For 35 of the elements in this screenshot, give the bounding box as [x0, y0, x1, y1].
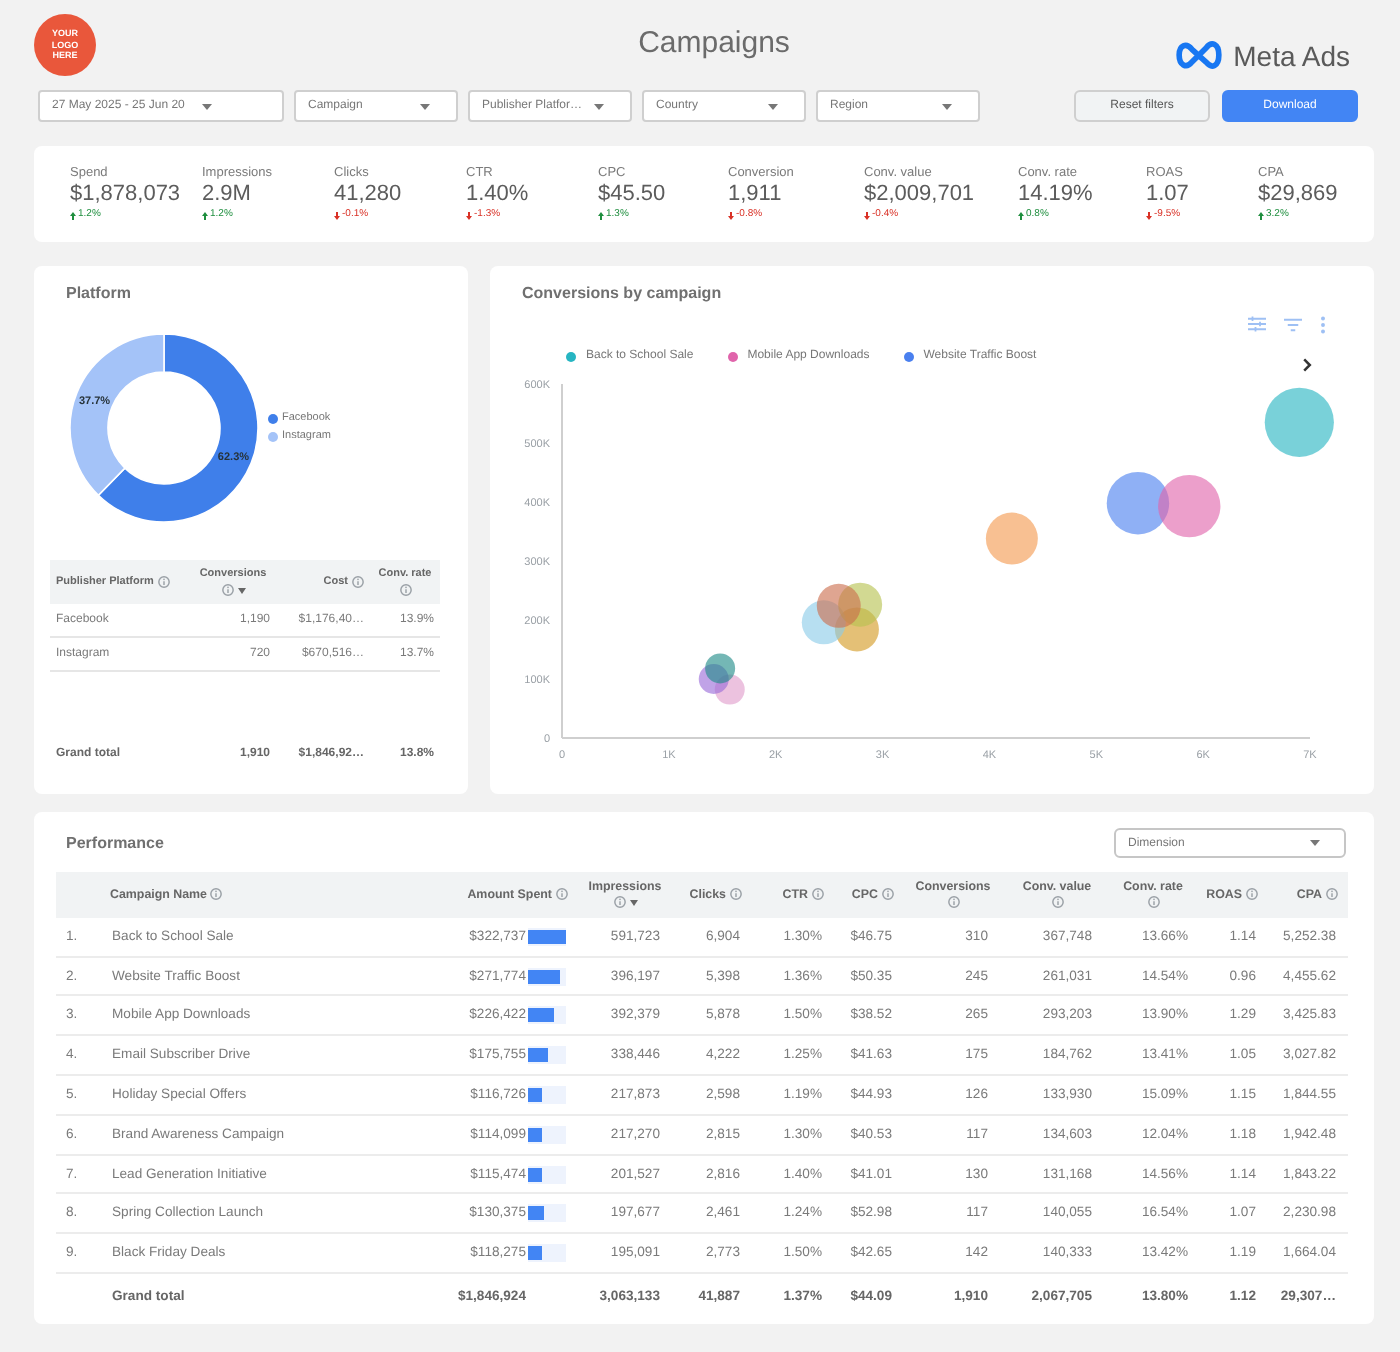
kpi-value: $2,009,701 — [864, 182, 975, 208]
panel-title: Conversions by campaign — [520, 282, 724, 304]
bubble — [714, 674, 745, 705]
kpi-value: $45.50 — [598, 182, 666, 208]
bubble — [985, 512, 1038, 565]
kpi-value: 2.9M — [202, 182, 251, 208]
sort-caret-icon[interactable] — [629, 899, 637, 906]
kpi-value: $1,878,073 — [70, 182, 181, 208]
caret-icon[interactable] — [942, 103, 952, 109]
kpi-value: 1.40% — [466, 182, 529, 208]
brand-name: Meta Ads — [1233, 39, 1350, 71]
bubble — [816, 583, 861, 628]
bubble — [1106, 472, 1170, 535]
sliders-icon[interactable] — [1248, 316, 1266, 332]
panel-title: Platform — [64, 282, 133, 304]
bubble — [1158, 474, 1221, 538]
caret-icon[interactable] — [594, 103, 604, 109]
kpi-value: 41,280 — [334, 182, 402, 208]
bubble — [698, 664, 729, 694]
bubble — [1264, 387, 1334, 457]
caret-icon[interactable] — [420, 103, 430, 109]
chevron-right-icon[interactable] — [1302, 357, 1312, 371]
infinity-icon — [1173, 38, 1224, 72]
caret-icon[interactable] — [768, 103, 778, 109]
kpi-value: 14.19% — [1018, 182, 1093, 208]
panel-title: Performance — [64, 832, 164, 855]
caret-icon[interactable] — [1310, 840, 1320, 847]
bubble — [705, 653, 736, 684]
kpi-value: 1,911 — [728, 182, 782, 208]
page-title: Campaigns — [638, 26, 790, 64]
sort-caret-icon[interactable] — [237, 587, 245, 593]
caret-icon[interactable] — [202, 103, 213, 109]
kpi-value: $29,869 — [1258, 182, 1338, 208]
kpi-value: 1.07 — [1146, 182, 1189, 208]
bubble — [801, 600, 846, 645]
